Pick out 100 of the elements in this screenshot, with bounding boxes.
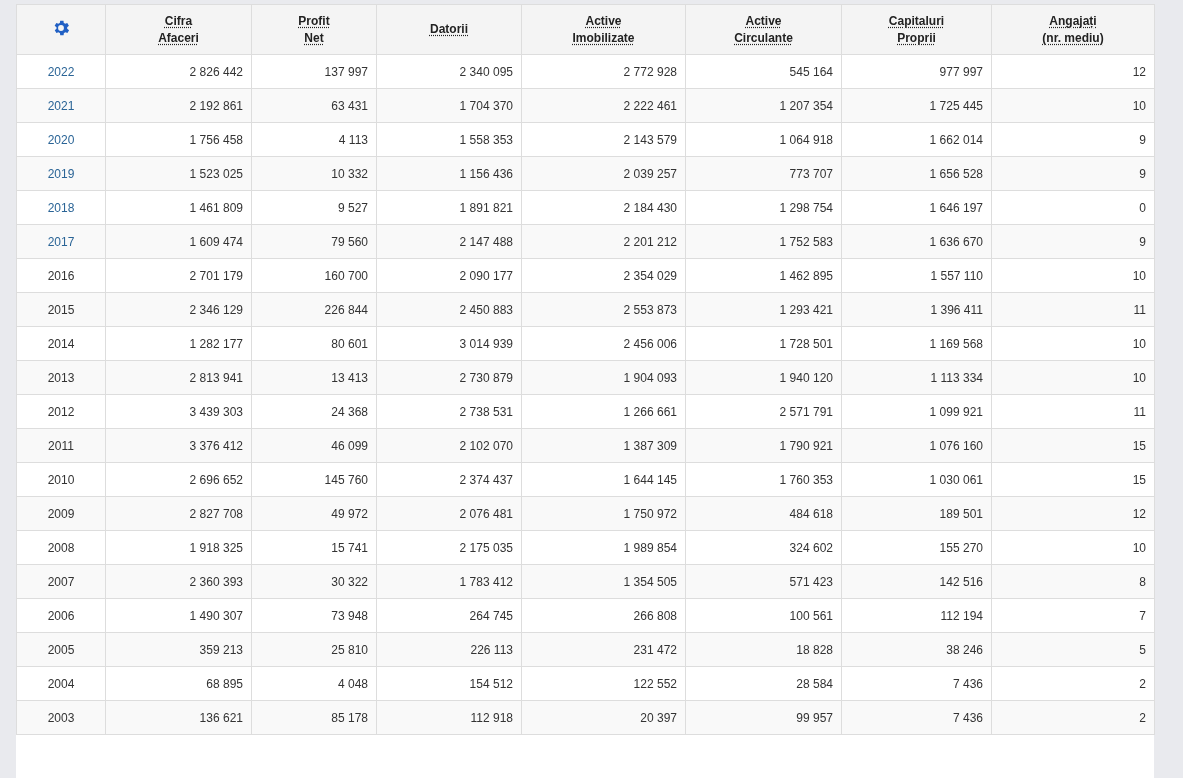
- table-cell: 11: [991, 292, 1155, 327]
- table-cell: 1 064 918: [685, 122, 842, 157]
- table-cell: 2: [991, 700, 1155, 735]
- table-cell: 2 192 861: [105, 88, 252, 123]
- table-cell: 5: [991, 632, 1155, 667]
- table-cell: 1 558 353: [376, 122, 522, 157]
- table-cell: 1 282 177: [105, 326, 252, 361]
- year-cell: 2011: [48, 438, 74, 453]
- table-cell: 2 346 129: [105, 292, 252, 327]
- table-cell: 1 918 325: [105, 530, 252, 565]
- table-cell: 1 293 421: [685, 292, 842, 327]
- table-cell: 38 246: [841, 632, 992, 667]
- table-cell: 2 354 029: [521, 258, 686, 293]
- column-header[interactable]: Profit Net: [298, 12, 330, 47]
- table-cell: 137 997: [251, 54, 377, 89]
- table-cell: 10: [991, 88, 1155, 123]
- table-cell: 99 957: [685, 700, 842, 735]
- table-cell: 231 472: [521, 632, 686, 667]
- table-cell: 160 700: [251, 258, 377, 293]
- table-cell: 2 772 928: [521, 54, 686, 89]
- table-cell: 122 552: [521, 666, 686, 701]
- column-header[interactable]: Datorii: [430, 21, 468, 38]
- table-cell: 264 745: [376, 598, 522, 633]
- table-cell: 977 997: [841, 54, 992, 89]
- table-cell: 1 989 854: [521, 530, 686, 565]
- table-cell: 1 609 474: [105, 224, 252, 259]
- table-cell: 1 752 583: [685, 224, 842, 259]
- table-cell: 1 790 921: [685, 428, 842, 463]
- table-cell: 0: [991, 190, 1155, 225]
- table-cell: 79 560: [251, 224, 377, 259]
- table-cell: 484 618: [685, 496, 842, 531]
- table-cell: 13 413: [251, 360, 377, 395]
- table-cell: 226 844: [251, 292, 377, 327]
- table-cell: 112 194: [841, 598, 992, 633]
- table-cell: 85 178: [251, 700, 377, 735]
- table-cell: 1 462 895: [685, 258, 842, 293]
- table-cell: 7: [991, 598, 1155, 633]
- table-cell: 9: [991, 224, 1155, 259]
- table-cell: 8: [991, 564, 1155, 599]
- table-cell: 324 602: [685, 530, 842, 565]
- table-cell: 1 113 334: [841, 360, 992, 395]
- table-cell: 1 636 670: [841, 224, 992, 259]
- year-cell: 2006: [47, 608, 75, 623]
- year-link[interactable]: 2021: [47, 98, 75, 113]
- year-cell: 2004: [47, 676, 75, 691]
- table-cell: 1 756 458: [105, 122, 252, 157]
- table-cell: 1 662 014: [841, 122, 992, 157]
- table-cell: 226 113: [376, 632, 522, 667]
- table-cell: 2 147 488: [376, 224, 522, 259]
- table-cell: 1 076 160: [841, 428, 992, 463]
- table-cell: 142 516: [841, 564, 992, 599]
- table-cell: 1 704 370: [376, 88, 522, 123]
- table-cell: 2 701 179: [105, 258, 252, 293]
- table-cell: 1 646 197: [841, 190, 992, 225]
- year-link[interactable]: 2022: [47, 64, 75, 79]
- year-cell: 2015: [47, 302, 75, 317]
- table-cell: 1 461 809: [105, 190, 252, 225]
- table-cell: 2 827 708: [105, 496, 252, 531]
- table-cell: 2 813 941: [105, 360, 252, 395]
- table-cell: 2 175 035: [376, 530, 522, 565]
- table-cell: 155 270: [841, 530, 992, 565]
- table-cell: 10: [991, 258, 1155, 293]
- table-cell: 2 553 873: [521, 292, 686, 327]
- table-cell: 1 750 972: [521, 496, 686, 531]
- year-link[interactable]: 2018: [47, 200, 75, 215]
- table-cell: 18 828: [685, 632, 842, 667]
- table-cell: 9 527: [251, 190, 377, 225]
- table-cell: 2 090 177: [376, 258, 522, 293]
- table-cell: 1 387 309: [521, 428, 686, 463]
- year-link[interactable]: 2017: [47, 234, 75, 249]
- table-cell: 25 810: [251, 632, 377, 667]
- year-cell: 2008: [47, 540, 75, 555]
- table-cell: 4 113: [251, 122, 377, 157]
- table-cell: 11: [991, 394, 1155, 429]
- table-cell: 4 048: [251, 666, 377, 701]
- table-cell: 1 207 354: [685, 88, 842, 123]
- table-cell: 2 374 437: [376, 462, 522, 497]
- table-cell: 80 601: [251, 326, 377, 361]
- table-cell: 571 423: [685, 564, 842, 599]
- table-cell: 2 184 430: [521, 190, 686, 225]
- table-cell: 1 298 754: [685, 190, 842, 225]
- table-cell: 145 760: [251, 462, 377, 497]
- table-cell: 2 730 879: [376, 360, 522, 395]
- table-cell: 2 340 095: [376, 54, 522, 89]
- year-link[interactable]: 2020: [47, 132, 75, 147]
- table-cell: 1 030 061: [841, 462, 992, 497]
- table-cell: 73 948: [251, 598, 377, 633]
- table-cell: 359 213: [105, 632, 252, 667]
- year-cell: 2003: [47, 710, 75, 725]
- table-cell: 3 439 303: [105, 394, 252, 429]
- table-cell: 10: [991, 360, 1155, 395]
- table-cell: 15: [991, 428, 1155, 463]
- table-cell: 2 456 006: [521, 326, 686, 361]
- year-cell: 2009: [47, 506, 75, 521]
- table-cell: 1 396 411: [841, 292, 992, 327]
- table-cell: 49 972: [251, 496, 377, 531]
- year-link[interactable]: 2019: [47, 166, 75, 181]
- column-header[interactable]: Cifra Afaceri: [158, 12, 199, 47]
- table-cell: 1 725 445: [841, 88, 992, 123]
- table-cell: 1 783 412: [376, 564, 522, 599]
